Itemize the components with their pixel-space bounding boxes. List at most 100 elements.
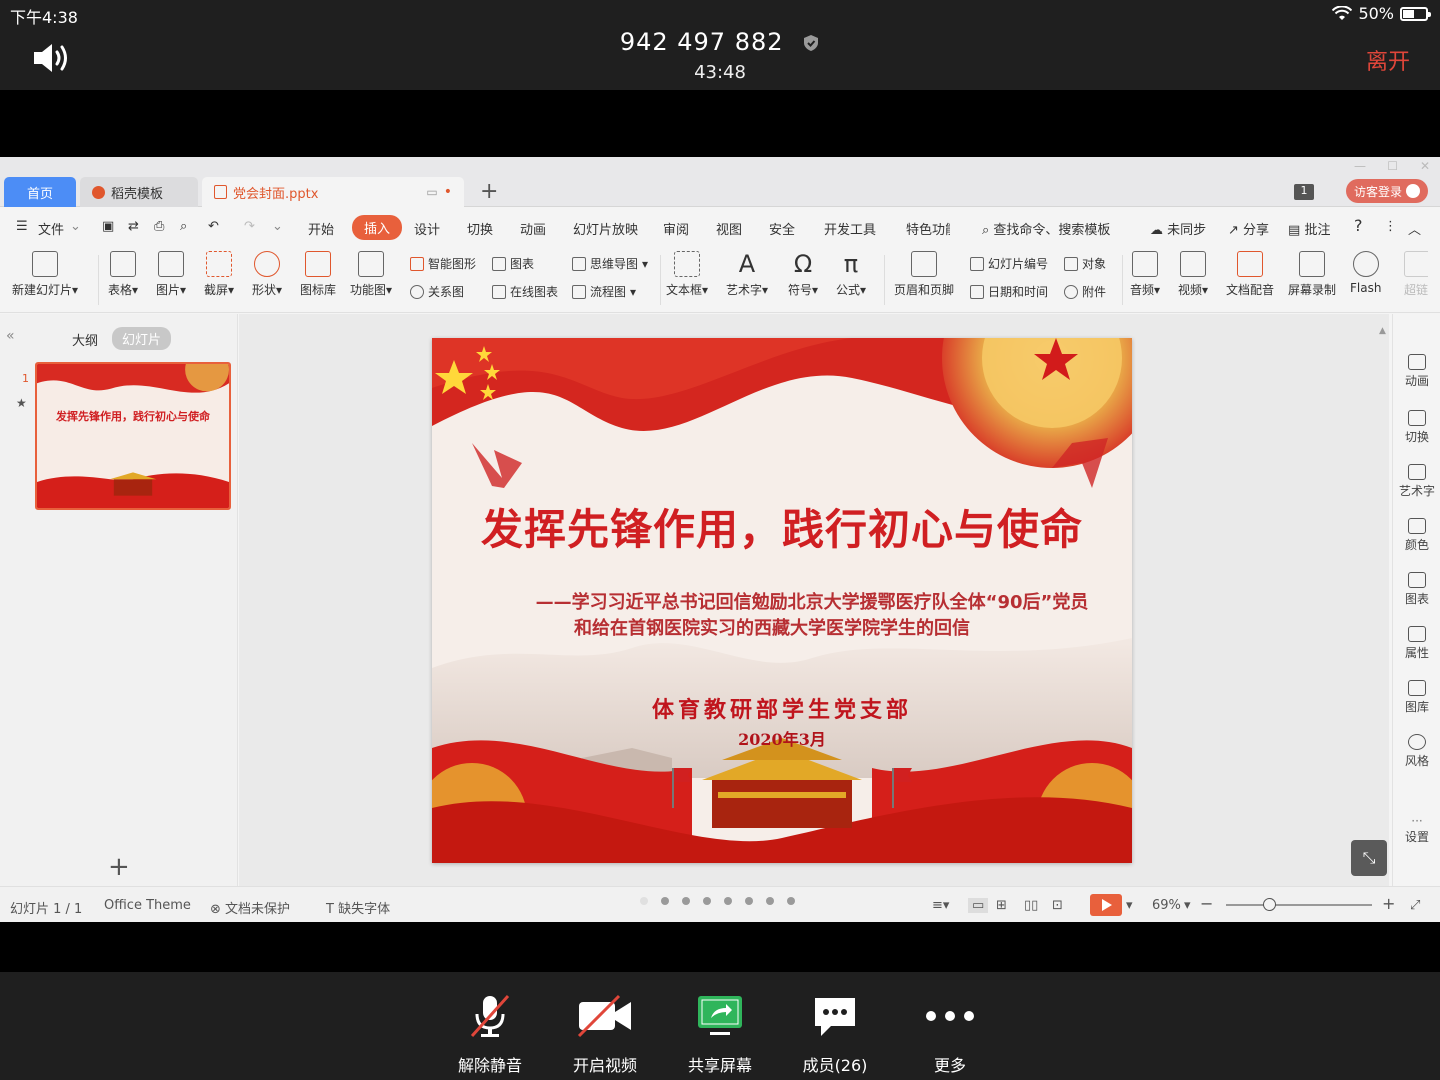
presenter-view-icon[interactable]: ⊡ — [1052, 898, 1063, 913]
minimize-icon[interactable]: — — [1354, 159, 1366, 173]
unmute-button[interactable]: 解除静音 — [430, 992, 550, 1076]
panel-gallery[interactable]: 图库 — [1393, 680, 1440, 715]
menu-slideshow[interactable]: 幻灯片放映 — [573, 219, 638, 238]
panel-transition[interactable]: 切换 — [1393, 410, 1440, 445]
page-dot[interactable] — [787, 897, 795, 905]
zoom-slider-knob[interactable] — [1263, 898, 1277, 911]
function-chart-button[interactable]: 功能图▾ — [350, 251, 392, 298]
command-search[interactable]: ⌕ 查找命令、搜索模板 — [982, 219, 1110, 238]
online-chart-button[interactable]: 在线图表 — [492, 283, 558, 300]
play-slideshow-button[interactable] — [1090, 894, 1122, 916]
add-slide-button[interactable]: + — [108, 852, 130, 882]
collapse-ribbon-icon[interactable]: ︿ — [1408, 219, 1421, 238]
textbox-button[interactable]: 文本框▾ — [666, 251, 708, 298]
menu-insert[interactable]: 插入 — [352, 215, 403, 240]
notes-icon[interactable]: ≡▾ — [932, 898, 949, 913]
page-dot[interactable] — [640, 897, 648, 905]
slide-thumbnail[interactable]: 发挥先锋作用，践行初心与使命 — [35, 362, 231, 510]
menu-developer[interactable]: 开发工具 — [824, 219, 876, 238]
header-footer-button[interactable]: 页眉和页脚 — [894, 251, 954, 298]
screenshot-button[interactable]: 截屏▾ — [204, 251, 234, 298]
page-dot[interactable] — [724, 897, 732, 905]
slide-subtitle-line2[interactable]: 和给在首钢医院实习的西藏大学医学院学生的回信 — [492, 614, 1052, 640]
video-insert-button[interactable]: 视频▾ — [1178, 251, 1208, 298]
panel-properties[interactable]: 属性 — [1393, 626, 1440, 661]
menu-view[interactable]: 视图 — [716, 219, 742, 238]
zoom-dropdown-icon[interactable]: ▾ — [1184, 898, 1191, 913]
flash-button[interactable]: Flash — [1350, 251, 1381, 295]
hamburger-icon[interactable]: ☰ — [16, 219, 28, 234]
zoom-out-icon[interactable]: − — [1200, 894, 1213, 913]
theme-name[interactable]: Office Theme — [104, 898, 191, 913]
page-dot[interactable] — [703, 897, 711, 905]
fit-window-button[interactable]: ⤡ — [1351, 840, 1387, 876]
zoom-in-icon[interactable]: + — [1382, 894, 1395, 913]
tab-template[interactable]: 稻壳模板 — [80, 177, 198, 207]
mindmap-button[interactable]: 思维导图 ▾ — [572, 255, 648, 272]
chart-button[interactable]: 图表 — [492, 255, 534, 272]
wordart-button[interactable]: A 艺术字▾ — [726, 251, 768, 298]
hyperlink-button[interactable]: 超链 — [1404, 251, 1428, 298]
save-icon[interactable]: ▣ — [102, 219, 114, 234]
slide-title[interactable]: 发挥先锋作用，践行初心与使命 — [432, 496, 1132, 557]
slide-number-button[interactable]: 幻灯片编号 — [970, 255, 1048, 272]
start-video-button[interactable]: 开启视频 — [545, 992, 665, 1076]
flowchart-button[interactable]: 流程图 ▾ — [572, 283, 636, 300]
menu-design[interactable]: 设计 — [414, 219, 440, 238]
audio-button[interactable]: 音频▾ — [1130, 251, 1160, 298]
more-button[interactable]: 更多 — [890, 992, 1010, 1076]
icon-library-button[interactable]: 图标库 — [300, 251, 336, 298]
missing-font[interactable]: T 缺失字体 — [326, 898, 390, 917]
maximize-icon[interactable]: ☐ — [1387, 159, 1398, 173]
menu-transition[interactable]: 切换 — [467, 219, 493, 238]
page-dot[interactable] — [766, 897, 774, 905]
slide-subtitle-line1[interactable]: ——学习习近平总书记回信勉励北京大学援鄂医疗队全体“90后”党员 — [492, 588, 1132, 614]
close-window-icon[interactable]: ✕ — [1420, 159, 1430, 173]
sorter-view-icon[interactable]: ⊞ — [996, 898, 1007, 913]
object-button[interactable]: 对象 — [1064, 255, 1106, 272]
menu-file[interactable]: 文件 — [38, 219, 64, 238]
slide-date[interactable]: 2020年3月 — [432, 726, 1132, 750]
quick-access-more-icon[interactable]: ⌄ — [272, 219, 283, 234]
page-dot[interactable] — [745, 897, 753, 905]
picture-button[interactable]: 图片▾ — [156, 251, 186, 298]
menu-animation[interactable]: 动画 — [520, 219, 546, 238]
page-dot[interactable] — [661, 897, 669, 905]
slide-department[interactable]: 体育教研部学生党支部 — [432, 692, 1132, 724]
panel-style[interactable]: 风格 — [1393, 734, 1440, 769]
panel-wordart[interactable]: 艺术字 — [1393, 464, 1440, 499]
tab-outline[interactable]: 大纲 — [72, 330, 98, 349]
zoom-slider[interactable] — [1226, 904, 1372, 906]
zoom-level[interactable]: 69% — [1152, 898, 1181, 913]
tab-slides[interactable]: 幻灯片 — [112, 327, 172, 350]
symbol-button[interactable]: Ω 符号▾ — [788, 251, 818, 298]
datetime-button[interactable]: 日期和时间 — [970, 283, 1048, 300]
members-button[interactable]: 成员(26) — [775, 992, 895, 1076]
meeting-id[interactable]: 942 497 882 — [0, 28, 1440, 56]
collapse-panel-icon[interactable]: « — [6, 328, 15, 344]
page-dot[interactable] — [682, 897, 690, 905]
table-button[interactable]: 表格▾ — [108, 251, 138, 298]
slide[interactable]: 发挥先锋作用，践行初心与使命 ——学习习近平总书记回信勉励北京大学援鄂医疗队全体… — [432, 338, 1132, 863]
share-button[interactable]: ↗ 分享 — [1228, 219, 1269, 238]
panel-color[interactable]: 颜色 — [1393, 518, 1440, 553]
window-count-badge[interactable]: 1 — [1294, 184, 1314, 200]
protect-status[interactable]: ⊗ 文档未保护 — [210, 898, 290, 917]
tab-home[interactable]: 首页 — [4, 177, 76, 207]
print-icon[interactable]: ⎙ — [154, 219, 164, 234]
menu-features[interactable]: 特色功能 — [906, 219, 950, 238]
relation-button[interactable]: 关系图 — [410, 283, 464, 300]
scroll-up-icon[interactable]: ▲ — [1379, 326, 1386, 336]
preview-icon[interactable]: ⌕ — [180, 219, 187, 234]
new-tab-button[interactable]: + — [480, 179, 498, 204]
export-icon[interactable]: ⇄ — [128, 219, 139, 234]
undo-icon[interactable]: ↶ — [208, 219, 219, 234]
menu-home[interactable]: 开始 — [308, 219, 334, 238]
menu-review[interactable]: 审阅 — [663, 219, 689, 238]
menu-security[interactable]: 安全 — [769, 219, 795, 238]
fit-icon[interactable]: ⤢ — [1410, 898, 1420, 913]
tab-document[interactable]: 党会封面.pptx ▭ • — [202, 177, 464, 207]
new-slide-button[interactable]: 新建幻灯片▾ — [12, 251, 78, 298]
attachment-button[interactable]: 附件 — [1064, 283, 1106, 300]
reading-view-icon[interactable]: ▯▯ — [1024, 898, 1038, 913]
